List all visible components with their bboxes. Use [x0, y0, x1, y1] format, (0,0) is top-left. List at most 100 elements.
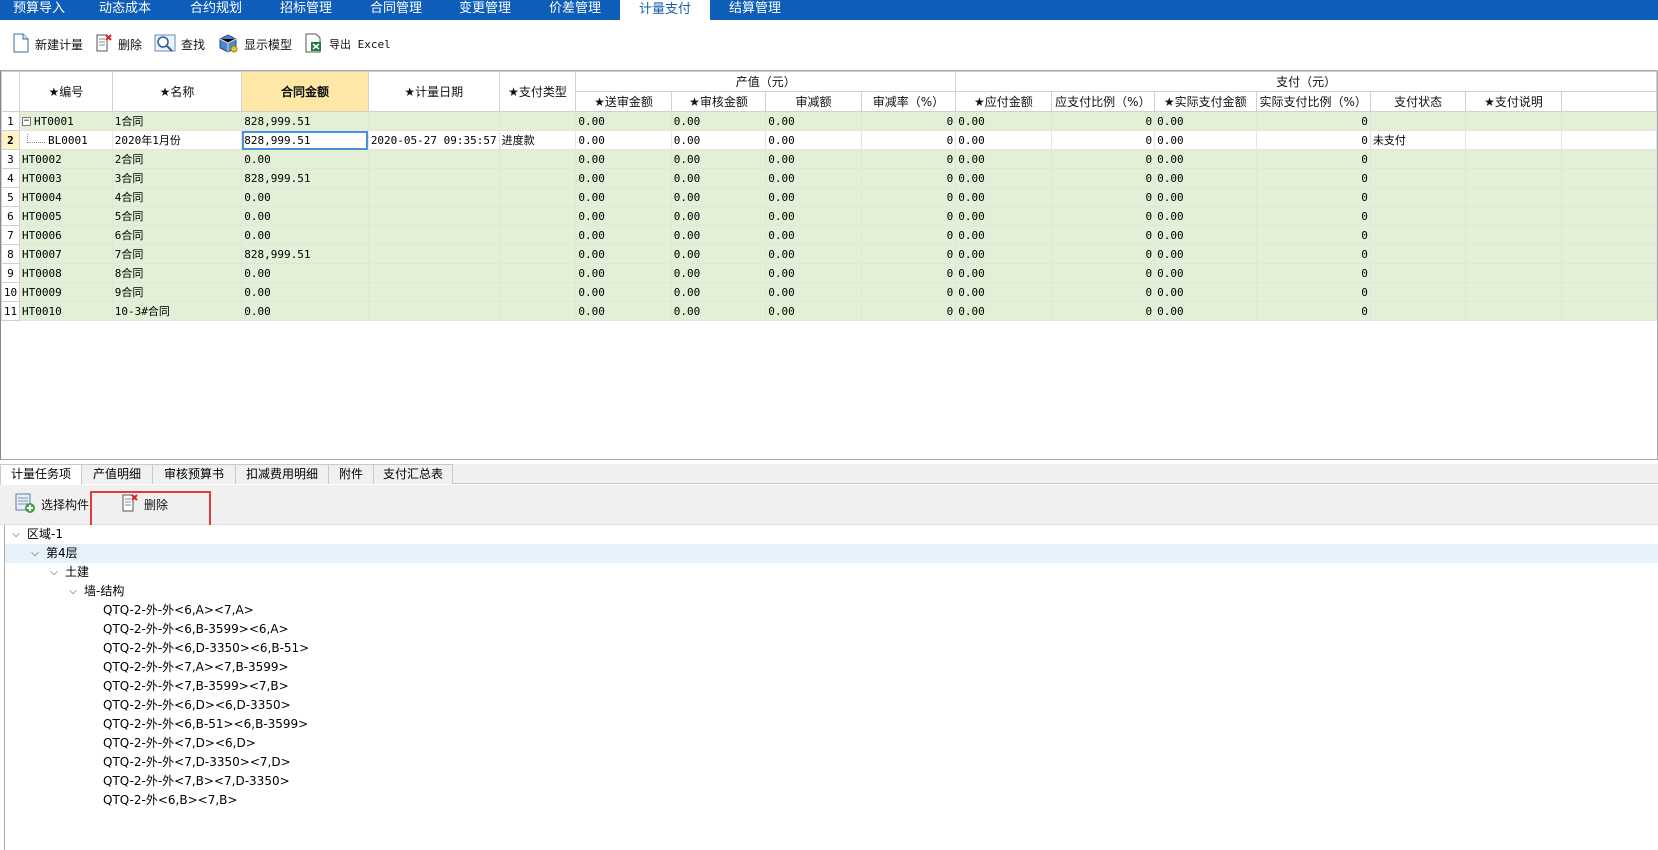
cell-c2[interactable]: 0.00 [670, 149, 767, 169]
cell-c10[interactable] [1465, 206, 1562, 226]
tree-node[interactable]: QTQ-2-外-外<6,D-3350><6,B-51> [5, 639, 1658, 658]
cell-c9[interactable] [1369, 206, 1467, 226]
cell-c3[interactable]: 0.00 [765, 301, 862, 321]
cell-c9[interactable] [1369, 282, 1467, 302]
cell-c6[interactable]: 0 [1050, 206, 1156, 226]
cell-code[interactable]: HT0009 [18, 282, 113, 302]
cell-c7[interactable]: 0.00 [1154, 111, 1257, 131]
tab-4[interactable]: 附件 [328, 464, 374, 484]
cell-c9[interactable]: 未支付 [1369, 130, 1467, 150]
cell-name[interactable]: 10-3#合同 [111, 301, 243, 321]
tab-3[interactable]: 扣减费用明细 [235, 464, 329, 484]
cell-c2[interactable]: 0.00 [670, 206, 767, 226]
cell-c4[interactable]: 0 [860, 187, 957, 207]
cell-c6[interactable]: 0 [1050, 263, 1156, 283]
cell-amount[interactable]: 0.00 [241, 301, 369, 321]
cell-amount[interactable]: 828,999.51 [241, 168, 369, 188]
header-payable-ratio[interactable]: 应支付比例（%） [1050, 91, 1156, 112]
new-measure-button[interactable]: 新建计量 [8, 29, 91, 59]
cell-c8[interactable]: 0 [1255, 244, 1371, 264]
cell-c1[interactable]: 0.00 [575, 111, 672, 131]
cell-c10[interactable] [1465, 263, 1562, 283]
cell-pay_type[interactable] [498, 244, 577, 264]
cell-c7[interactable]: 0.00 [1154, 225, 1257, 245]
tree-node[interactable]: QTQ-2-外-外<7,A><7,B-3599> [5, 658, 1658, 677]
cell-c8[interactable]: 0 [1255, 111, 1371, 131]
cell-name[interactable]: 4合同 [111, 187, 243, 207]
cell-date[interactable] [367, 149, 500, 169]
cell-c10[interactable] [1465, 149, 1562, 169]
cell-code[interactable]: HT0003 [18, 168, 113, 188]
cell-c8[interactable]: 0 [1255, 225, 1371, 245]
row-number[interactable]: 1 [1, 111, 20, 131]
cell-date[interactable] [367, 168, 500, 188]
cell-pay_type[interactable] [498, 263, 577, 283]
cell-c2[interactable]: 0.00 [670, 225, 767, 245]
cell-c10[interactable] [1465, 187, 1562, 207]
header-pay-note[interactable]: ★支付说明 [1465, 91, 1562, 112]
table-row[interactable]: 7 HT0006 6合同 0.00 0.00 0.00 0.00 0 0.00 0 0.00 0 [1, 225, 1657, 245]
header-pay-status[interactable]: 支付状态 [1369, 91, 1467, 112]
table-row[interactable]: 4 HT0003 3合同 828,999.51 0.00 0.00 0.00 0 0.00 0 0.… [1, 168, 1657, 188]
row-number[interactable]: 9 [1, 263, 20, 283]
tree-node[interactable]: QTQ-2-外-外<7,B><7,D-3350> [5, 772, 1658, 791]
menu-item[interactable]: 合约规划 [172, 0, 260, 20]
tree-node[interactable]: ⌵ 墙-结构 [5, 582, 1658, 601]
tree-node[interactable]: QTQ-2-外-外<6,B-51><6,B-3599> [5, 715, 1658, 734]
row-number[interactable]: 7 [1, 225, 20, 245]
cell-c4[interactable]: 0 [860, 111, 957, 131]
cell-c10[interactable] [1465, 168, 1562, 188]
cell-c3[interactable]: 0.00 [765, 168, 862, 188]
cell-c1[interactable]: 0.00 [575, 263, 672, 283]
cell-c7[interactable]: 0.00 [1154, 168, 1257, 188]
row-number[interactable]: 4 [1, 168, 20, 188]
cell-c3[interactable]: 0.00 [765, 263, 862, 283]
cell-c10[interactable] [1465, 130, 1562, 150]
row-number[interactable]: 5 [1, 187, 20, 207]
cell-c2[interactable]: 0.00 [670, 263, 767, 283]
cell-c3[interactable]: 0.00 [765, 187, 862, 207]
cell-c10[interactable] [1465, 111, 1562, 131]
cell-c8[interactable]: 0 [1255, 168, 1371, 188]
cell-name[interactable]: 3合同 [111, 168, 243, 188]
tab-5[interactable]: 支付汇总表 [373, 464, 453, 484]
cell-c4[interactable]: 0 [860, 130, 957, 150]
cell-amount[interactable]: 828,999.51 [241, 111, 369, 131]
cell-date[interactable] [367, 244, 500, 264]
cell-c3[interactable]: 0.00 [765, 282, 862, 302]
cell-c8[interactable]: 0 [1255, 263, 1371, 283]
tree-node[interactable]: ⌵ 第4层 [5, 544, 1658, 563]
cell-c1[interactable]: 0.00 [575, 187, 672, 207]
row-number[interactable]: 11 [1, 301, 20, 321]
header-code[interactable]: ★编号 [18, 71, 113, 112]
cell-c2[interactable]: 0.00 [670, 301, 767, 321]
cell-c6[interactable]: 0 [1050, 225, 1156, 245]
cell-amount[interactable]: 0.00 [241, 149, 369, 169]
cell-c7[interactable]: 0.00 [1154, 130, 1257, 150]
row-number[interactable]: 10 [1, 282, 20, 302]
cell-amount[interactable]: 0.00 [241, 263, 369, 283]
cell-date[interactable] [367, 206, 500, 226]
header-reduce-amount[interactable]: 审减额 [765, 91, 862, 112]
cell-c4[interactable]: 0 [860, 206, 957, 226]
cell-c4[interactable]: 0 [860, 263, 957, 283]
cell-amount[interactable]: 0.00 [241, 225, 369, 245]
header-payable[interactable]: ★应付金额 [955, 91, 1052, 112]
cell-amount[interactable]: 0.00 [241, 206, 369, 226]
menu-item[interactable]: 合同管理 [352, 0, 440, 20]
cell-c6[interactable]: 0 [1050, 244, 1156, 264]
cell-pay_type[interactable] [498, 282, 577, 302]
cell-c1[interactable]: 0.00 [575, 225, 672, 245]
cell-c5[interactable]: 0.00 [955, 244, 1052, 264]
cell-c1[interactable]: 0.00 [575, 244, 672, 264]
cell-c6[interactable]: 0 [1050, 282, 1156, 302]
cell-c10[interactable] [1465, 301, 1562, 321]
cell-c4[interactable]: 0 [860, 244, 957, 264]
cell-date[interactable] [367, 225, 500, 245]
tree-node[interactable]: QTQ-2-外-外<6,B-3599><6,A> [5, 620, 1658, 639]
cell-name[interactable]: 1合同 [111, 111, 243, 131]
cell-c1[interactable]: 0.00 [575, 149, 672, 169]
cell-c5[interactable]: 0.00 [955, 225, 1052, 245]
header-actual-pay[interactable]: ★实际支付金额 [1154, 91, 1257, 112]
cell-c5[interactable]: 0.00 [955, 111, 1052, 131]
